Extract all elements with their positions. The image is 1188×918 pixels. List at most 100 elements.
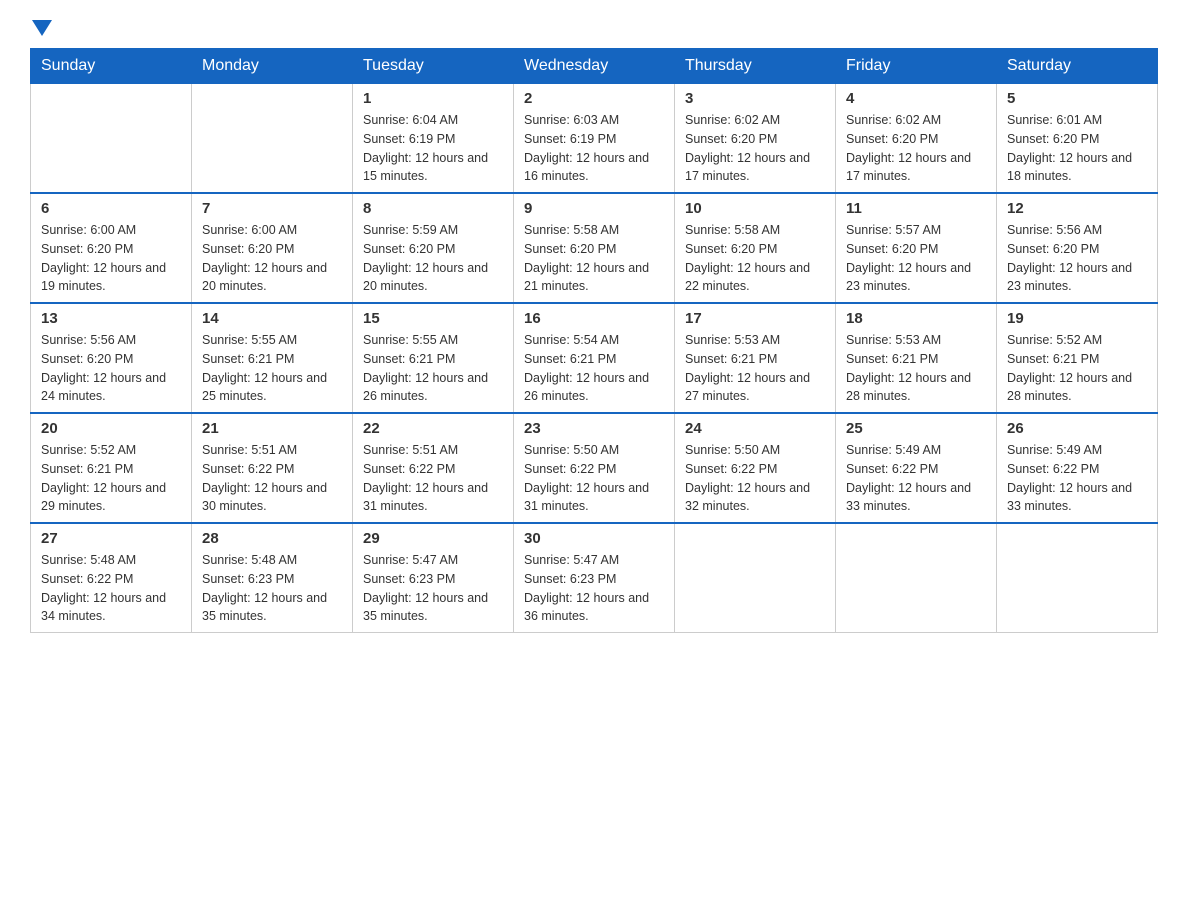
- day-info: Sunrise: 5:56 AMSunset: 6:20 PMDaylight:…: [1007, 221, 1147, 296]
- day-number: 17: [685, 310, 825, 327]
- calendar-cell: 25 Sunrise: 5:49 AMSunset: 6:22 PMDayligh…: [836, 413, 997, 523]
- day-number: 19: [1007, 310, 1147, 327]
- calendar-cell: 9 Sunrise: 5:58 AMSunset: 6:20 PMDaylight…: [514, 193, 675, 303]
- day-number: 27: [41, 530, 181, 547]
- day-info: Sunrise: 6:03 AMSunset: 6:19 PMDaylight:…: [524, 111, 664, 186]
- day-info: Sunrise: 5:49 AMSunset: 6:22 PMDaylight:…: [1007, 441, 1147, 516]
- calendar-cell: 27 Sunrise: 5:48 AMSunset: 6:22 PMDayligh…: [31, 523, 192, 633]
- day-number: 14: [202, 310, 342, 327]
- logo-triangle-icon: [32, 20, 52, 36]
- calendar-body: 1 Sunrise: 6:04 AMSunset: 6:19 PMDaylight…: [31, 84, 1158, 633]
- day-number: 5: [1007, 90, 1147, 107]
- day-info: Sunrise: 5:51 AMSunset: 6:22 PMDaylight:…: [363, 441, 503, 516]
- day-info: Sunrise: 5:58 AMSunset: 6:20 PMDaylight:…: [524, 221, 664, 296]
- weekday-header-tuesday: Tuesday: [353, 49, 514, 84]
- calendar-cell: 18Sunrise: 5:53 AMSunset: 6:21 PMDayligh…: [836, 303, 997, 413]
- day-number: 26: [1007, 420, 1147, 437]
- calendar-cell: 8 Sunrise: 5:59 AMSunset: 6:20 PMDaylight…: [353, 193, 514, 303]
- day-info: Sunrise: 5:47 AMSunset: 6:23 PMDaylight:…: [363, 551, 503, 626]
- day-number: 6: [41, 200, 181, 217]
- day-number: 15: [363, 310, 503, 327]
- day-info: Sunrise: 5:47 AMSunset: 6:23 PMDaylight:…: [524, 551, 664, 626]
- day-number: 9: [524, 200, 664, 217]
- day-number: 10: [685, 200, 825, 217]
- day-info: Sunrise: 6:00 AMSunset: 6:20 PMDaylight:…: [202, 221, 342, 296]
- weekday-header-saturday: Saturday: [997, 49, 1158, 84]
- day-number: 22: [363, 420, 503, 437]
- calendar-cell: 5 Sunrise: 6:01 AMSunset: 6:20 PMDaylight…: [997, 84, 1158, 194]
- day-info: Sunrise: 5:52 AMSunset: 6:21 PMDaylight:…: [41, 441, 181, 516]
- day-number: 11: [846, 200, 986, 217]
- weekday-header-row: SundayMondayTuesdayWednesdayThursdayFrid…: [31, 49, 1158, 84]
- weekday-header-wednesday: Wednesday: [514, 49, 675, 84]
- calendar-cell: 15 Sunrise: 5:55 AMSunset: 6:21 PMDayligh…: [353, 303, 514, 413]
- calendar-cell: 7Sunrise: 6:00 AMSunset: 6:20 PMDaylight…: [192, 193, 353, 303]
- calendar-cell: [836, 523, 997, 633]
- calendar-cell: 22 Sunrise: 5:51 AMSunset: 6:22 PMDayligh…: [353, 413, 514, 523]
- calendar-cell: 1 Sunrise: 6:04 AMSunset: 6:19 PMDaylight…: [353, 84, 514, 194]
- calendar-cell: 17 Sunrise: 5:53 AMSunset: 6:21 PMDayligh…: [675, 303, 836, 413]
- day-number: 2: [524, 90, 664, 107]
- day-info: Sunrise: 5:58 AMSunset: 6:20 PMDaylight:…: [685, 221, 825, 296]
- day-info: Sunrise: 5:56 AMSunset: 6:20 PMDaylight:…: [41, 331, 181, 406]
- day-number: 25: [846, 420, 986, 437]
- day-info: Sunrise: 5:54 AMSunset: 6:21 PMDaylight:…: [524, 331, 664, 406]
- calendar-cell: 16 Sunrise: 5:54 AMSunset: 6:21 PMDayligh…: [514, 303, 675, 413]
- day-number: 13: [41, 310, 181, 327]
- day-number: 24: [685, 420, 825, 437]
- weekday-header-thursday: Thursday: [675, 49, 836, 84]
- day-number: 28: [202, 530, 342, 547]
- day-info: Sunrise: 6:01 AMSunset: 6:20 PMDaylight:…: [1007, 111, 1147, 186]
- day-number: 16: [524, 310, 664, 327]
- page-header: [30, 20, 1158, 38]
- day-number: 21: [202, 420, 342, 437]
- calendar-cell: [31, 84, 192, 194]
- calendar-cell: [192, 84, 353, 194]
- day-info: Sunrise: 5:55 AMSunset: 6:21 PMDaylight:…: [202, 331, 342, 406]
- weekday-header-friday: Friday: [836, 49, 997, 84]
- day-info: Sunrise: 5:53 AMSunset: 6:21 PMDaylight:…: [685, 331, 825, 406]
- calendar-cell: 20 Sunrise: 5:52 AMSunset: 6:21 PMDayligh…: [31, 413, 192, 523]
- day-info: Sunrise: 5:52 AMSunset: 6:21 PMDaylight:…: [1007, 331, 1147, 406]
- calendar-week-row: 20 Sunrise: 5:52 AMSunset: 6:21 PMDayligh…: [31, 413, 1158, 523]
- calendar-cell: 12Sunrise: 5:56 AMSunset: 6:20 PMDayligh…: [997, 193, 1158, 303]
- calendar-cell: 23Sunrise: 5:50 AMSunset: 6:22 PMDayligh…: [514, 413, 675, 523]
- calendar-week-row: 6 Sunrise: 6:00 AMSunset: 6:20 PMDaylight…: [31, 193, 1158, 303]
- calendar-cell: [675, 523, 836, 633]
- day-info: Sunrise: 5:53 AMSunset: 6:21 PMDaylight:…: [846, 331, 986, 406]
- calendar-cell: 11 Sunrise: 5:57 AMSunset: 6:20 PMDayligh…: [836, 193, 997, 303]
- calendar-cell: 6Sunrise: 6:00 AMSunset: 6:20 PMDaylight…: [31, 193, 192, 303]
- day-info: Sunrise: 6:02 AMSunset: 6:20 PMDaylight:…: [685, 111, 825, 186]
- calendar-cell: 19 Sunrise: 5:52 AMSunset: 6:21 PMDayligh…: [997, 303, 1158, 413]
- day-number: 8: [363, 200, 503, 217]
- calendar-cell: 30Sunrise: 5:47 AMSunset: 6:23 PMDayligh…: [514, 523, 675, 633]
- day-number: 20: [41, 420, 181, 437]
- day-number: 23: [524, 420, 664, 437]
- calendar-cell: 14 Sunrise: 5:55 AMSunset: 6:21 PMDayligh…: [192, 303, 353, 413]
- day-info: Sunrise: 5:55 AMSunset: 6:21 PMDaylight:…: [363, 331, 503, 406]
- calendar-week-row: 1 Sunrise: 6:04 AMSunset: 6:19 PMDaylight…: [31, 84, 1158, 194]
- day-info: Sunrise: 5:59 AMSunset: 6:20 PMDaylight:…: [363, 221, 503, 296]
- calendar-cell: 4Sunrise: 6:02 AMSunset: 6:20 PMDaylight…: [836, 84, 997, 194]
- calendar-cell: 26 Sunrise: 5:49 AMSunset: 6:22 PMDayligh…: [997, 413, 1158, 523]
- calendar-cell: 21Sunrise: 5:51 AMSunset: 6:22 PMDayligh…: [192, 413, 353, 523]
- weekday-header-sunday: Sunday: [31, 49, 192, 84]
- calendar-cell: 28 Sunrise: 5:48 AMSunset: 6:23 PMDayligh…: [192, 523, 353, 633]
- calendar-week-row: 13 Sunrise: 5:56 AMSunset: 6:20 PMDayligh…: [31, 303, 1158, 413]
- weekday-header-monday: Monday: [192, 49, 353, 84]
- calendar-table: SundayMondayTuesdayWednesdayThursdayFrid…: [30, 48, 1158, 633]
- day-info: Sunrise: 5:48 AMSunset: 6:22 PMDaylight:…: [41, 551, 181, 626]
- day-info: Sunrise: 5:57 AMSunset: 6:20 PMDaylight:…: [846, 221, 986, 296]
- calendar-cell: 3Sunrise: 6:02 AMSunset: 6:20 PMDaylight…: [675, 84, 836, 194]
- day-info: Sunrise: 6:02 AMSunset: 6:20 PMDaylight:…: [846, 111, 986, 186]
- day-number: 29: [363, 530, 503, 547]
- logo: [30, 20, 52, 38]
- calendar-cell: 10 Sunrise: 5:58 AMSunset: 6:20 PMDayligh…: [675, 193, 836, 303]
- calendar-week-row: 27 Sunrise: 5:48 AMSunset: 6:22 PMDayligh…: [31, 523, 1158, 633]
- day-info: Sunrise: 5:48 AMSunset: 6:23 PMDaylight:…: [202, 551, 342, 626]
- calendar-header: SundayMondayTuesdayWednesdayThursdayFrid…: [31, 49, 1158, 84]
- day-info: Sunrise: 5:50 AMSunset: 6:22 PMDaylight:…: [685, 441, 825, 516]
- day-number: 1: [363, 90, 503, 107]
- day-info: Sunrise: 6:04 AMSunset: 6:19 PMDaylight:…: [363, 111, 503, 186]
- day-info: Sunrise: 5:49 AMSunset: 6:22 PMDaylight:…: [846, 441, 986, 516]
